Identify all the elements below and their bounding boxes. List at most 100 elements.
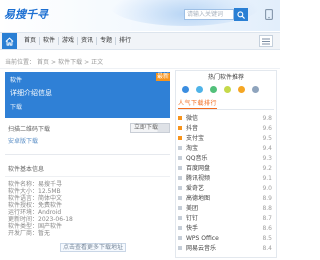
- tab-ranking[interactable]: 人气下载排行: [178, 100, 218, 109]
- item-score: 8.5: [262, 235, 272, 242]
- item-score: 9.5: [262, 135, 272, 142]
- rank-bullet: [178, 146, 182, 150]
- spec-line: 更新时间：2023-06-18: [8, 216, 73, 223]
- mobile-button[interactable]: [263, 8, 274, 20]
- card-subtitle: 下载: [10, 104, 23, 111]
- nav-item-games[interactable]: 游戏: [58, 37, 77, 45]
- item-score: 9.1: [262, 175, 272, 182]
- rank-bullet: [178, 226, 182, 230]
- rank-bullet: [178, 186, 182, 190]
- item-score: 9.4: [262, 145, 272, 152]
- breadcrumb-separator: >: [84, 59, 90, 66]
- item-score: 8.6: [262, 225, 272, 232]
- list-item[interactable]: 淘宝 9.4: [178, 144, 274, 153]
- list-item[interactable]: 腾讯视频 9.1: [178, 174, 274, 183]
- breadcrumb: 当前位置： 首页 > 软件下载 > 正文: [5, 59, 103, 66]
- breadcrumb-current: 正文: [91, 59, 104, 66]
- item-name: 腾讯视频: [186, 175, 211, 182]
- list-item[interactable]: QQ音乐 9.3: [178, 154, 274, 163]
- rank-bullet: [178, 196, 182, 200]
- rank-bullet: [178, 136, 182, 140]
- spec-line: 软件类型：国产软件: [8, 223, 63, 230]
- spec-line: 软件语言：简体中文: [8, 195, 63, 202]
- item-name: 抖音: [186, 125, 199, 132]
- nav-item-news[interactable]: 资讯: [77, 37, 96, 45]
- new-badge: 最新: [156, 73, 170, 81]
- item-score: 9.8: [262, 115, 272, 122]
- divider: [5, 154, 170, 155]
- list-item[interactable]: 支付宝 9.5: [178, 134, 274, 143]
- list-item[interactable]: 网易云音乐 8.4: [178, 244, 274, 253]
- search-icon: [237, 10, 245, 19]
- item-name: 百度网盘: [186, 165, 211, 172]
- more-downloads-button[interactable]: 点击查看更多下载地址: [60, 243, 126, 252]
- spec-line: 软件名称：易搜千寻: [8, 181, 63, 188]
- list-item[interactable]: 微信 9.8: [178, 114, 274, 123]
- breadcrumb-link-category[interactable]: 软件下载: [58, 59, 82, 66]
- item-score: 8.8: [262, 205, 272, 212]
- spec-line: 运行环境：Android: [8, 209, 62, 216]
- item-name: 钉钉: [186, 215, 199, 222]
- rank-bullet: [178, 206, 182, 210]
- rank-bullet: [178, 126, 182, 130]
- spec-line: 软件授权：免费软件: [8, 202, 63, 209]
- home-button[interactable]: [2, 33, 17, 49]
- list-item[interactable]: 百度网盘 9.2: [178, 164, 274, 173]
- item-name: 爱奇艺: [186, 185, 205, 192]
- divider: [0, 68, 280, 69]
- nav-item-home[interactable]: 首页: [21, 37, 39, 45]
- rank-bullet: [178, 176, 182, 180]
- item-score: 8.4: [262, 245, 272, 252]
- section-heading: 软件基本信息: [8, 166, 45, 173]
- sidebar-title: 热门软件推荐: [207, 74, 244, 81]
- mobile-icon: [264, 8, 273, 20]
- item-name: 网易云音乐: [186, 245, 217, 252]
- item-score: 9.3: [262, 155, 272, 162]
- spec-line: 开发厂商：暂无: [8, 230, 51, 237]
- download-button[interactable]: 立即下载: [130, 123, 170, 133]
- card-title: 详细介绍信息: [10, 89, 52, 97]
- list-item[interactable]: 高德地图 8.9: [178, 194, 274, 203]
- music-icon[interactable]: [224, 86, 231, 93]
- spec-line: 软件大小：12.5MB: [8, 188, 61, 195]
- menu-icon: [262, 38, 270, 45]
- nav-items: 首页 软件 游戏 资讯 专题 排行: [21, 37, 134, 45]
- search-button[interactable]: [234, 8, 248, 21]
- rank-bullet: [178, 246, 182, 250]
- item-name: WPS Office: [186, 235, 219, 242]
- info-summary: 扫描二维码下载: [8, 126, 51, 133]
- video-icon[interactable]: [210, 86, 217, 93]
- rank-bullet: [178, 116, 182, 120]
- breadcrumb-link-home[interactable]: 首页: [37, 59, 49, 66]
- tool-icon[interactable]: [238, 86, 245, 93]
- item-name: QQ音乐: [186, 155, 208, 162]
- list-item[interactable]: WPS Office 8.5: [178, 234, 274, 243]
- list-item[interactable]: 快手 8.6: [178, 224, 274, 233]
- nav-item-software[interactable]: 软件: [39, 37, 58, 45]
- software-icon[interactable]: [182, 86, 189, 93]
- item-name: 美团: [186, 205, 199, 212]
- game-icon[interactable]: [196, 86, 203, 93]
- item-score: 8.9: [262, 195, 272, 202]
- home-icon: [5, 37, 14, 46]
- rank-bullet: [178, 236, 182, 240]
- rank-bullet: [178, 216, 182, 220]
- item-score: 8.7: [262, 215, 272, 222]
- list-item[interactable]: 美团 8.8: [178, 204, 274, 213]
- list-item[interactable]: 爱奇艺 9.0: [178, 184, 274, 193]
- divider: [5, 176, 170, 177]
- item-name: 支付宝: [186, 135, 205, 142]
- site-logo[interactable]: 易搜千寻: [4, 8, 48, 21]
- nav-item-topics[interactable]: 专题: [96, 37, 115, 45]
- more-icon[interactable]: [252, 86, 259, 93]
- item-name: 淘宝: [186, 145, 199, 152]
- list-item[interactable]: 钉钉 8.7: [178, 214, 274, 223]
- menu-button[interactable]: [259, 35, 273, 47]
- nav-item-ranking[interactable]: 排行: [115, 37, 134, 45]
- platform-link[interactable]: 安卓版下载: [8, 138, 38, 145]
- item-name: 高德地图: [186, 195, 211, 202]
- list-item[interactable]: 抖音 9.6: [178, 124, 274, 133]
- search-input[interactable]: [184, 9, 234, 20]
- card-tag: 软件: [10, 77, 23, 84]
- item-score: 9.6: [262, 125, 272, 132]
